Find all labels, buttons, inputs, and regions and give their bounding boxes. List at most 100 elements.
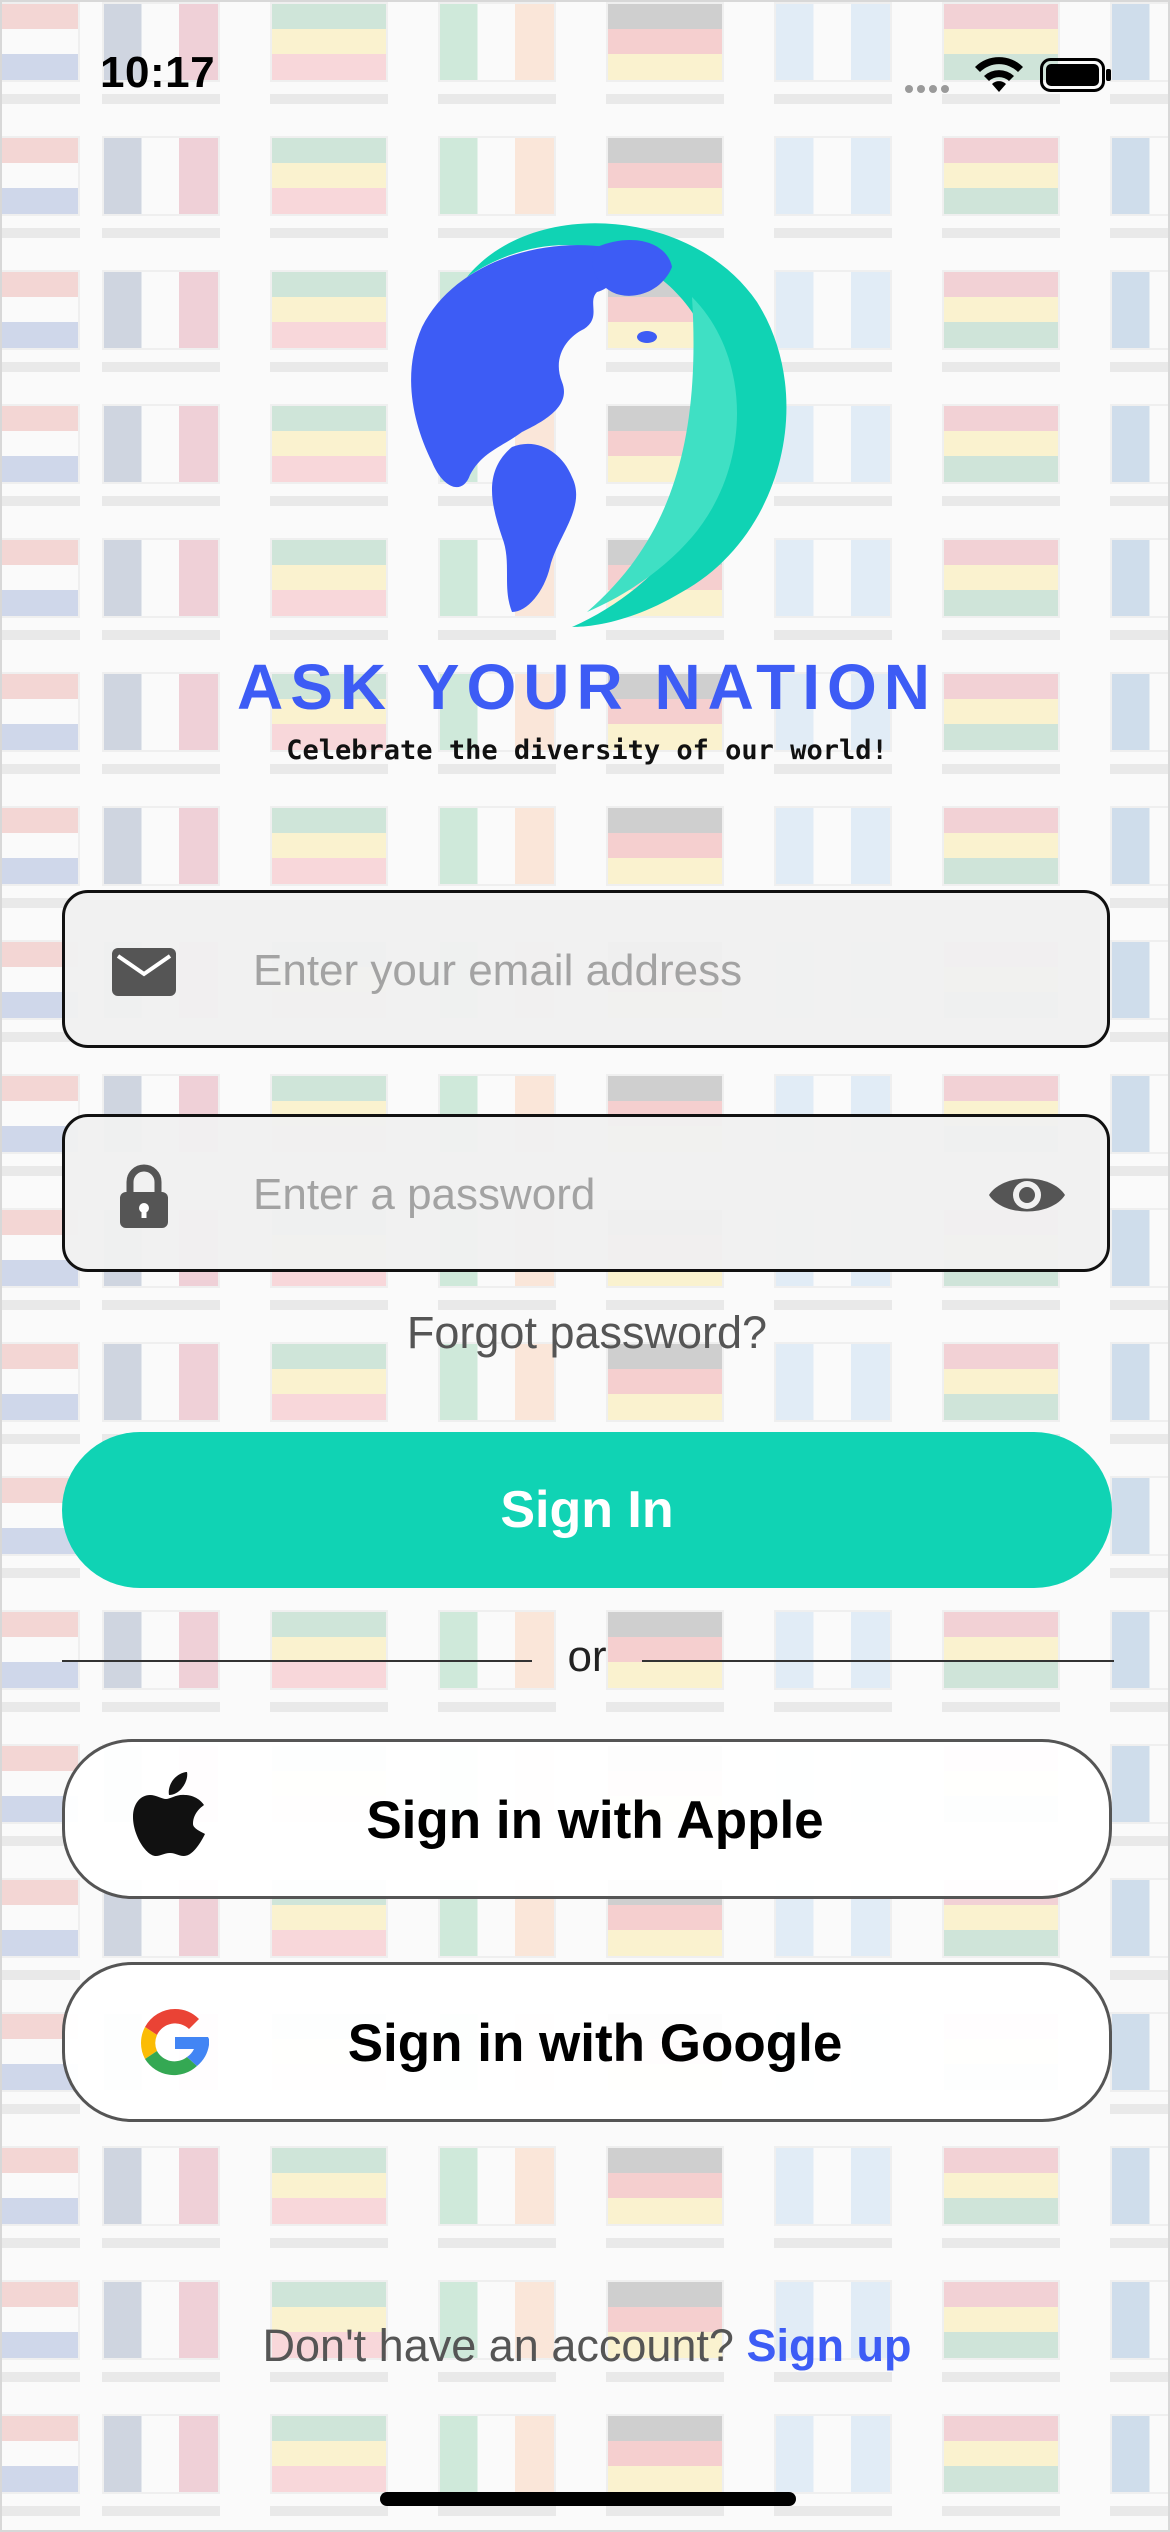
password-field[interactable] bbox=[62, 1114, 1110, 1272]
background-flag-caption bbox=[2, 2104, 80, 2114]
background-flag-caption bbox=[2, 1568, 80, 1578]
password-input[interactable] bbox=[253, 1153, 1013, 1237]
background-flag-caption bbox=[270, 2506, 388, 2516]
email-input[interactable] bbox=[253, 929, 1013, 1013]
signup-link[interactable]: Sign up bbox=[746, 2320, 911, 2371]
sign-in-button[interactable]: Sign In bbox=[62, 1432, 1112, 1588]
background-flag-caption bbox=[1110, 2506, 1168, 2516]
background-flag bbox=[774, 806, 892, 886]
background-flag-caption bbox=[2, 1970, 80, 1980]
signup-row: Don't have an account? Sign up bbox=[2, 2320, 1168, 2372]
background-flag bbox=[606, 2146, 724, 2226]
signup-prompt: Don't have an account? bbox=[262, 2320, 734, 2371]
background-flag bbox=[1110, 1744, 1168, 1824]
background-flag-caption bbox=[1110, 1032, 1168, 1042]
background-flag bbox=[2, 1878, 80, 1958]
background-flag bbox=[2, 538, 80, 618]
background-flag bbox=[270, 2414, 388, 2494]
background-flag-caption bbox=[102, 2238, 220, 2248]
background-flag bbox=[270, 2146, 388, 2226]
background-flag bbox=[2, 270, 80, 350]
status-bar: 10:17 bbox=[2, 2, 1168, 142]
forgot-password-link[interactable]: Forgot password? bbox=[2, 1307, 1168, 1359]
globe-leaf-logo bbox=[411, 223, 787, 628]
background-flag bbox=[1110, 1476, 1168, 1556]
background-flag bbox=[1110, 136, 1168, 216]
background-flag bbox=[438, 136, 556, 216]
background-flag bbox=[942, 2146, 1060, 2226]
google-signin-label: Sign in with Google bbox=[347, 2014, 843, 2073]
background-flag bbox=[2, 136, 80, 216]
background-flag bbox=[102, 404, 220, 484]
background-flag bbox=[1110, 1208, 1168, 1288]
background-flag-caption bbox=[942, 2238, 1060, 2248]
background-flag-caption bbox=[606, 2238, 724, 2248]
background-flag bbox=[2, 2146, 80, 2226]
background-flag-caption bbox=[270, 2238, 388, 2248]
apple-signin-label: Sign in with Apple bbox=[366, 1791, 824, 1850]
battery-icon bbox=[1040, 58, 1111, 92]
background-flag-caption bbox=[1110, 898, 1168, 908]
background-flag-caption bbox=[942, 1702, 1060, 1712]
background-flag bbox=[942, 538, 1060, 618]
background-flag-caption bbox=[102, 630, 220, 640]
background-flag-caption bbox=[774, 1702, 892, 1712]
background-flag-caption bbox=[942, 2372, 1060, 2382]
background-flag bbox=[438, 806, 556, 886]
apple-signin-button[interactable]: Sign in with Apple bbox=[62, 1739, 1112, 1899]
email-field[interactable] bbox=[62, 890, 1110, 1048]
background-flag-caption bbox=[774, 2506, 892, 2516]
background-flag-caption bbox=[270, 1702, 388, 1712]
background-flag-caption bbox=[2, 2506, 80, 2516]
background-flag bbox=[102, 136, 220, 216]
background-flag-caption bbox=[2, 2372, 80, 2382]
brand-tagline: Celebrate the diversity of our world! bbox=[286, 735, 888, 766]
background-flag-caption bbox=[1110, 1568, 1168, 1578]
background-flag bbox=[102, 270, 220, 350]
background-flag-caption bbox=[2, 228, 80, 238]
background-flag bbox=[1110, 404, 1168, 484]
background-flag bbox=[606, 136, 724, 216]
background-flag-caption bbox=[102, 228, 220, 238]
google-signin-button[interactable]: Sign in with Google bbox=[62, 1962, 1112, 2122]
background-flag bbox=[942, 270, 1060, 350]
background-flag-caption bbox=[942, 630, 1060, 640]
background-flag-caption bbox=[2, 2238, 80, 2248]
background-flag-caption bbox=[1110, 1970, 1168, 1980]
home-indicator bbox=[380, 2492, 796, 2506]
background-flag-caption bbox=[438, 1702, 556, 1712]
background-flag-caption bbox=[1110, 1434, 1168, 1444]
background-flag bbox=[1110, 538, 1168, 618]
background-flag bbox=[2, 404, 80, 484]
background-flag bbox=[1110, 1878, 1168, 1958]
background-flag-caption bbox=[2, 1702, 80, 1712]
background-flag bbox=[1110, 940, 1168, 1020]
eye-icon[interactable] bbox=[987, 1167, 1067, 1223]
background-flag-caption bbox=[1110, 2372, 1168, 2382]
background-flag bbox=[774, 2414, 892, 2494]
background-flag-caption bbox=[606, 2506, 724, 2516]
background-flag bbox=[942, 404, 1060, 484]
background-flag-caption bbox=[438, 2372, 556, 2382]
lock-icon bbox=[120, 1164, 168, 1228]
background-flag-caption bbox=[774, 2238, 892, 2248]
background-flag-caption bbox=[102, 496, 220, 506]
background-flag-caption bbox=[2, 630, 80, 640]
background-flag bbox=[438, 2146, 556, 2226]
background-flag-caption bbox=[270, 2372, 388, 2382]
background-flag-caption bbox=[102, 2506, 220, 2516]
background-flag bbox=[1110, 2012, 1168, 2092]
background-flag bbox=[438, 2414, 556, 2494]
background-flag bbox=[606, 806, 724, 886]
background-flag bbox=[102, 2146, 220, 2226]
background-flag-caption bbox=[606, 1702, 724, 1712]
background-flag bbox=[774, 2146, 892, 2226]
background-flag bbox=[270, 136, 388, 216]
background-flag bbox=[1110, 1074, 1168, 1154]
background-flag-caption bbox=[1110, 1702, 1168, 1712]
background-flag-caption bbox=[2, 1434, 80, 1444]
background-flag-caption bbox=[1110, 362, 1168, 372]
cellular-signal-icon bbox=[905, 80, 953, 98]
background-flag bbox=[2, 2414, 80, 2494]
status-time: 10:17 bbox=[100, 48, 216, 97]
